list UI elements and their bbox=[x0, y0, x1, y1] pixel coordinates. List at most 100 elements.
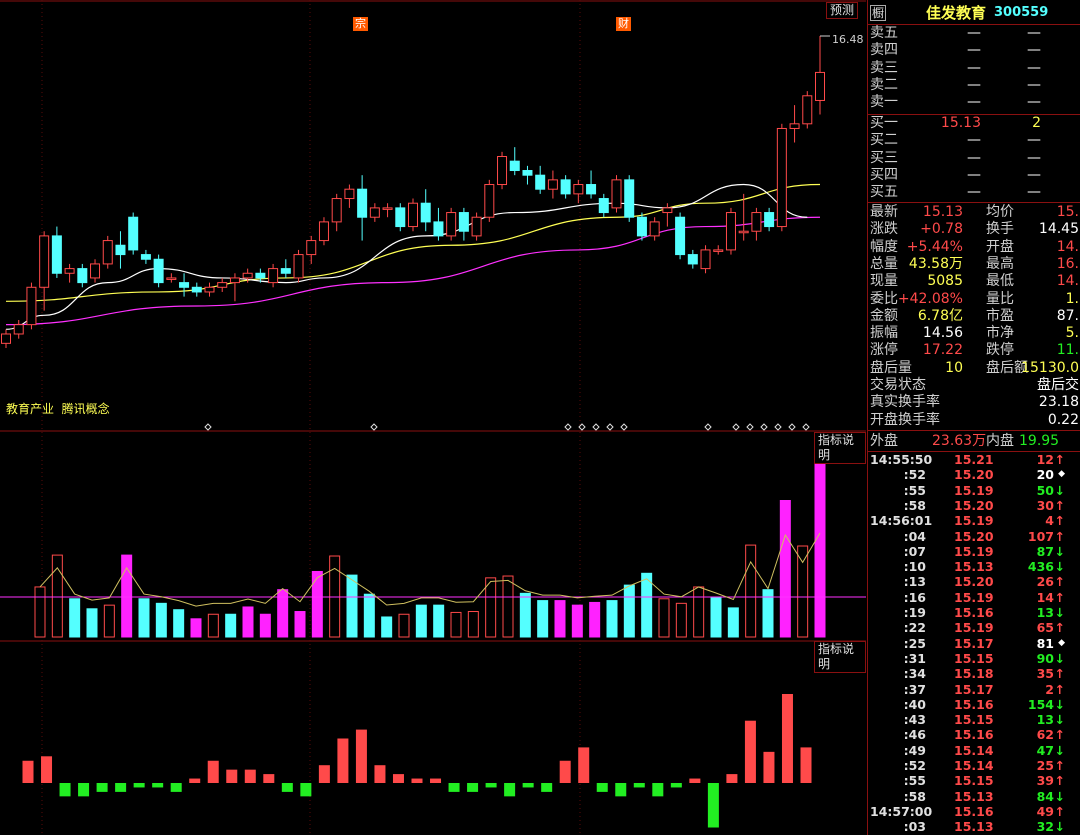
tick-row[interactable]: :58 15.20 30 ↑ bbox=[868, 498, 1080, 513]
quote-row: 现量 5085 最低 14. bbox=[868, 273, 1080, 290]
tick-price: 15.16 bbox=[954, 696, 994, 712]
quote-label: 最高 bbox=[986, 255, 1014, 272]
tick-row[interactable]: :31 15.15 90 ↓ bbox=[868, 651, 1080, 666]
macd-bar bbox=[633, 783, 645, 788]
volume-bar bbox=[571, 604, 583, 638]
candle-body bbox=[90, 263, 101, 279]
indicator-desc-button-1[interactable]: 指标说明 bbox=[814, 432, 866, 464]
quote-value: 6.78亿 bbox=[917, 307, 963, 324]
tick-price: 15.17 bbox=[954, 681, 994, 697]
indicator-desc-button-2[interactable]: 指标说明 bbox=[814, 641, 866, 673]
tick-row[interactable]: :04 15.20 107 ↑ bbox=[868, 529, 1080, 544]
tick-price: 15.19 bbox=[954, 482, 994, 498]
tick-price: 15.19 bbox=[954, 589, 994, 605]
volume-bar bbox=[207, 613, 219, 638]
orderbook-price: — bbox=[967, 42, 981, 59]
macd-bar bbox=[744, 720, 756, 783]
event-marker-1[interactable]: 宗 bbox=[353, 17, 368, 31]
tick-row[interactable]: :55 15.19 50 ↓ bbox=[868, 483, 1080, 498]
tick-row[interactable]: :10 15.13 436 ↓ bbox=[868, 559, 1080, 574]
orderbook-price: — bbox=[967, 25, 981, 41]
macd-bar bbox=[559, 760, 571, 783]
kline-chart-area[interactable]: 预测 指标说明 指标说明 宗 财 教育产业 腾讯概念 16.48 bbox=[0, 0, 866, 835]
tick-row[interactable]: :19 15.16 13 ↓ bbox=[868, 605, 1080, 620]
event-diamond-icon bbox=[760, 423, 768, 431]
orderbook-price: — bbox=[967, 59, 981, 76]
flow-row: 外盘 23.63万 内盘 19.95 bbox=[870, 433, 1060, 449]
tick-price: 15.15 bbox=[954, 773, 994, 789]
tick-row[interactable]: :16 15.19 14 ↑ bbox=[868, 590, 1080, 605]
stock-name: 佳发教育 bbox=[926, 4, 987, 22]
tick-row[interactable]: :52 15.14 25 ↑ bbox=[868, 758, 1080, 773]
tick-row[interactable]: :13 15.20 26 ↑ bbox=[868, 574, 1080, 589]
tick-row[interactable]: :46 15.16 62 ↑ bbox=[868, 727, 1080, 742]
candle-body bbox=[675, 216, 686, 256]
tick-time: :49 bbox=[903, 742, 926, 758]
menu-icon[interactable]: 橱 bbox=[870, 5, 887, 21]
orderbook-row: 买三 — — bbox=[868, 150, 1080, 167]
tick-row[interactable]: :49 15.14 47 ↓ bbox=[868, 743, 1080, 758]
orderbook-row: 卖一 — — bbox=[868, 94, 1080, 111]
tick-row[interactable]: :43 15.15 13 ↓ bbox=[868, 712, 1080, 727]
tick-price: 15.13 bbox=[954, 788, 994, 804]
quote-value: 1. bbox=[1065, 290, 1079, 307]
macd-bar bbox=[800, 747, 812, 783]
tick-row[interactable]: :25 15.17 81 ◆ bbox=[868, 636, 1080, 651]
tick-row[interactable]: :34 15.18 35 ↑ bbox=[868, 666, 1080, 681]
tick-time: 14:56:01 bbox=[870, 513, 933, 529]
volume-bar bbox=[103, 604, 115, 638]
event-marker-2[interactable]: 财 bbox=[616, 17, 631, 31]
candle-body bbox=[318, 221, 329, 242]
tick-row[interactable]: :03 15.13 32 ↓ bbox=[868, 819, 1080, 834]
orderbook-row: 买二 — — bbox=[868, 132, 1080, 149]
macd-bar bbox=[318, 765, 330, 783]
tick-row[interactable]: 14:55:50 15.21 12 ↑ bbox=[868, 452, 1080, 467]
macd-bar bbox=[615, 783, 627, 797]
tick-row[interactable]: :55 15.15 39 ↑ bbox=[868, 773, 1080, 788]
forecast-button[interactable]: 预测 bbox=[826, 2, 859, 19]
tick-row[interactable]: :58 15.13 84 ↓ bbox=[868, 789, 1080, 804]
candle-body bbox=[115, 244, 126, 256]
orderbook-volume: 2 bbox=[1032, 115, 1041, 131]
quote-value: 87. bbox=[1056, 307, 1079, 324]
orderbook-volume: — bbox=[1027, 94, 1041, 111]
tick-price: 15.14 bbox=[954, 742, 994, 758]
volume-bar bbox=[554, 600, 566, 638]
tick-row[interactable]: :07 15.19 87 ↓ bbox=[868, 544, 1080, 559]
tick-time: :16 bbox=[903, 589, 926, 605]
tick-row[interactable]: :40 15.16 154 ↓ bbox=[868, 697, 1080, 712]
tick-row[interactable]: 14:57:00 15.16 49 ↑ bbox=[868, 804, 1080, 819]
volume-bar bbox=[450, 611, 462, 638]
candle-body bbox=[764, 212, 775, 228]
orderbook-price: — bbox=[967, 94, 981, 111]
volume-bar bbox=[797, 545, 809, 638]
candle-body bbox=[446, 212, 457, 237]
candle-body bbox=[802, 95, 813, 125]
macd-bar bbox=[59, 783, 71, 797]
macd-bar bbox=[337, 738, 349, 783]
volume-bar bbox=[693, 586, 705, 638]
candle-body bbox=[573, 184, 584, 195]
event-diamond-icon bbox=[606, 423, 614, 431]
quote-value: 16. bbox=[1056, 255, 1079, 272]
chart-svg[interactable] bbox=[0, 0, 866, 835]
tick-row[interactable]: :22 15.19 65 ↑ bbox=[868, 620, 1080, 635]
tick-row[interactable]: :52 15.20 20 ◆ bbox=[868, 467, 1080, 482]
macd-bar bbox=[300, 783, 312, 797]
macd-bar bbox=[226, 769, 238, 783]
orderbook-row: 卖二 — — bbox=[868, 77, 1080, 94]
candle-body bbox=[535, 174, 546, 190]
orderbook-row: 卖三 — — bbox=[868, 60, 1080, 77]
quote-label: 市盈 bbox=[986, 307, 1014, 324]
volume-bar bbox=[745, 544, 757, 638]
tick-price: 15.16 bbox=[954, 803, 994, 819]
tick-row[interactable]: 14:56:01 15.19 4 ↑ bbox=[868, 513, 1080, 528]
orderbook-row: 买五 — — bbox=[868, 184, 1080, 201]
tick-volume: 12 bbox=[1036, 452, 1054, 467]
tick-volume: 49 bbox=[1036, 803, 1054, 819]
stock-code: 300559 bbox=[994, 5, 1049, 20]
arrow-down-icon: ↓ bbox=[1054, 482, 1065, 498]
tick-row[interactable]: :37 15.17 2 ↑ bbox=[868, 682, 1080, 697]
volume-bar bbox=[294, 611, 306, 638]
candle-body bbox=[395, 207, 406, 228]
